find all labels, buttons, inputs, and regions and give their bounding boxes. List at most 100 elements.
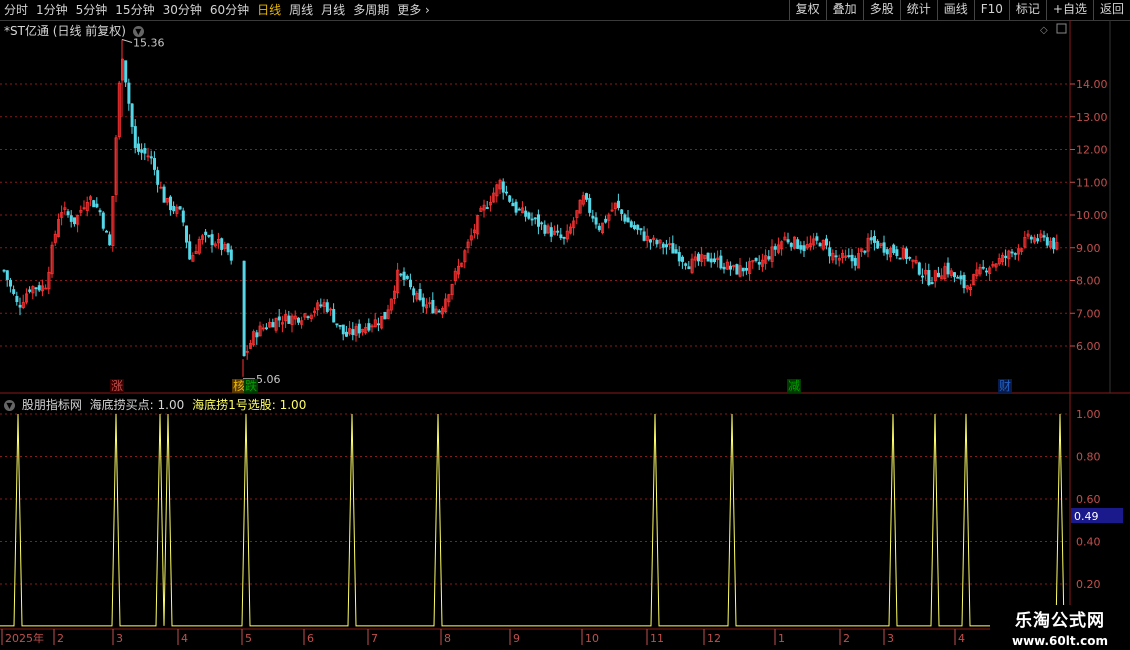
candle-body [953, 272, 957, 278]
candle-body [357, 323, 361, 334]
date-label: 11 [650, 632, 664, 645]
candle-body [524, 210, 528, 217]
date-label: 12 [707, 632, 721, 645]
indicator-tick-label: 0.80 [1076, 451, 1101, 464]
candle-body [681, 256, 685, 262]
candle-body [722, 266, 726, 270]
title-dropdown-icon[interactable]: ▼ [132, 26, 144, 37]
candle-body [962, 274, 966, 289]
candle-body [937, 272, 941, 278]
candle-body [789, 242, 793, 247]
stock-name: *ST亿通 [4, 24, 49, 38]
candle-body [188, 241, 192, 260]
candle-body [661, 243, 665, 248]
current-value-label: 0.49 [1074, 510, 1099, 523]
candle-body [671, 243, 675, 254]
candle-body [767, 256, 771, 260]
candle-body [847, 255, 851, 257]
candle-body [133, 126, 137, 149]
candle-body [34, 287, 38, 290]
candle-body [204, 231, 208, 236]
candle-body [149, 156, 153, 159]
candle-body [620, 209, 624, 214]
candle-body [1045, 237, 1049, 246]
candle-body [905, 248, 909, 260]
candle-body [665, 244, 669, 248]
candle-body [325, 302, 329, 312]
candle-body [956, 276, 960, 279]
candle-body [508, 195, 512, 202]
candle-body [130, 103, 134, 127]
indicator-dropdown-icon[interactable]: ▼ [4, 400, 15, 411]
candle-body [296, 317, 300, 323]
indicator-tick-label: 0.20 [1076, 578, 1101, 591]
chart-mode: (日线 前复权) [52, 24, 126, 38]
candle-body [383, 311, 387, 320]
candle-body [18, 304, 22, 308]
candle-body [530, 218, 534, 221]
candle-body [684, 263, 688, 266]
candle-body [5, 270, 9, 280]
candle-body [143, 147, 147, 154]
candle-body [629, 221, 633, 228]
candle-body [591, 215, 595, 219]
indicator-title: ▼ 股朋指标网 海底捞买点: 1.00 海底捞1号选股: 1.00 [4, 396, 306, 413]
price-tick-label: 6.00 [1076, 340, 1101, 353]
candle-body [642, 231, 646, 241]
candle-body [92, 200, 96, 208]
candle-body [757, 262, 761, 265]
candle-body [533, 217, 537, 220]
candle-body [105, 230, 109, 233]
kline-chart[interactable]: 14.0013.0012.0011.0010.009.008.007.006.0… [0, 0, 1130, 650]
candle-body [12, 289, 16, 294]
price-tick-label: 12.00 [1076, 144, 1108, 157]
watermark-logo: 乐淘公式网 www.60lt.com [990, 605, 1130, 650]
candle-body [511, 202, 515, 207]
candle-body [136, 143, 140, 152]
price-tick-label: 11.00 [1076, 176, 1108, 189]
candle-body [37, 285, 41, 291]
date-label: 3 [887, 632, 894, 645]
buy-label: 海底捞买点: [89, 398, 154, 412]
candle-body [559, 234, 563, 239]
candle-body [594, 217, 598, 225]
date-label: 8 [444, 632, 451, 645]
candle-body [332, 309, 336, 323]
candle-body [853, 257, 857, 266]
price-tick-label: 10.00 [1076, 209, 1108, 222]
candle-body [754, 258, 758, 261]
candle-body [1052, 237, 1056, 250]
candle-body [946, 262, 950, 275]
candle-body [271, 322, 275, 328]
candle-body [210, 234, 214, 246]
candle-body [95, 203, 99, 208]
candle-body [729, 265, 733, 270]
candle-body [869, 237, 873, 241]
candle-body [8, 279, 12, 287]
candle-body [834, 255, 838, 258]
candle-body [639, 228, 643, 231]
candle-body [802, 245, 806, 252]
candle-body [796, 239, 800, 249]
select-label: 海底捞1号选股: [192, 398, 276, 412]
candle-body [207, 235, 211, 237]
candle-body [799, 245, 803, 250]
candle-body [863, 250, 867, 253]
candle-body [773, 246, 777, 250]
candle-body [828, 247, 832, 257]
date-label: 1 [778, 632, 785, 645]
candle-body [818, 243, 822, 247]
candle-body [588, 197, 592, 213]
candle-body [98, 210, 102, 213]
candle-body [1042, 235, 1046, 238]
candle-body [585, 193, 589, 200]
candle-body [713, 258, 717, 262]
candle-body [959, 275, 963, 280]
candle-body [341, 324, 345, 335]
candle-body [604, 218, 608, 223]
candle-body [985, 270, 989, 273]
candle-body [181, 210, 185, 223]
candle-body [101, 212, 105, 229]
date-label: 4 [181, 632, 188, 645]
candle-body [66, 211, 70, 216]
